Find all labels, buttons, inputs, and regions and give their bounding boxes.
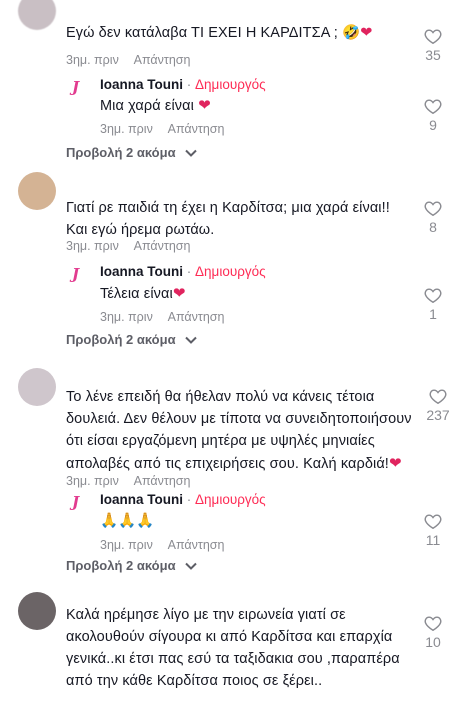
comment-line: Γιατί ρε παιδιά τη έχει η Καρδίτσα; μια …: [66, 200, 390, 216]
view-more-label: Προβολή 2 ακόμα: [66, 558, 176, 573]
like-button[interactable]: 11: [418, 513, 448, 548]
like-button[interactable]: 9: [418, 98, 448, 133]
view-more-replies-button[interactable]: Προβολή 2 ακόμα: [66, 145, 197, 160]
creator-avatar[interactable]: J: [72, 265, 79, 283]
comment-meta: 3ημ. πριν Απάντηση: [66, 239, 202, 253]
commenter-avatar[interactable]: [18, 368, 56, 406]
comment-time: 3ημ. πριν: [66, 474, 119, 488]
reply-text-content: Μια χαρά είναι: [100, 98, 194, 114]
like-button[interactable]: 10: [418, 615, 448, 650]
heart-emoji: ❤: [388, 454, 402, 472]
like-count: 8: [429, 219, 437, 235]
comment-text-content: Εγώ δεν κατάλαβα ΤΙ ΕΧΕΙ Η ΚΑΡΔΙΤΣΑ ;: [66, 25, 338, 41]
reply-meta: 3ημ. πριν Απάντηση: [100, 122, 236, 136]
comment-line: από την κάθε Καρδίτσα ποιος σε ξέρει..: [66, 673, 323, 689]
reply-text: Μια χαρά είναι ❤: [100, 94, 211, 117]
reply-text-content: Τέλεια είναι: [100, 286, 173, 302]
comment-line: Το λένε επειδή θα ήθελαν πολύ να κάνεις …: [66, 389, 375, 405]
reply-meta: 3ημ. πριν Απάντηση: [100, 538, 236, 552]
comment-text: Καλά ηρέμησε λίγο με την ειρωνεία γιατί …: [66, 604, 400, 692]
comment-time: 3ημ. πριν: [66, 239, 119, 253]
view-more-replies-button[interactable]: Προβολή 2 ακόμα: [66, 558, 197, 573]
commenter-avatar[interactable]: [18, 0, 56, 30]
comment-meta: 3ημ. πριν Απάντηση: [66, 474, 202, 488]
reply-button[interactable]: Απάντηση: [168, 310, 225, 324]
author-separator: ·: [186, 77, 192, 92]
comment-line: Καλά ηρέμησε λίγο με την ειρωνεία γιατί …: [66, 607, 346, 623]
reply-time: 3ημ. πριν: [100, 538, 153, 552]
commenter-avatar[interactable]: [18, 592, 56, 630]
comment-line: ακολουθούν σίγουρα κι από Καρδίτσα και ε…: [66, 629, 393, 645]
comment-line: ότι είσαι εργαζόμενη μητέρα με υψηλές μη…: [66, 433, 375, 449]
author-name[interactable]: Ioanna Touni: [100, 77, 183, 92]
reply-button[interactable]: Απάντηση: [168, 122, 225, 136]
heart-outline-icon: [424, 616, 442, 631]
commenter-avatar[interactable]: [18, 172, 56, 210]
reply-text: 🙏🙏🙏: [100, 513, 155, 529]
view-more-replies-button[interactable]: Προβολή 2 ακόμα: [66, 332, 197, 347]
creator-avatar[interactable]: J: [72, 493, 79, 511]
comment-line-text: απολαβές από τις επιχειρήσεις σου. Καλή …: [66, 456, 389, 472]
author-separator: ·: [186, 264, 192, 279]
view-more-label: Προβολή 2 ακόμα: [66, 332, 176, 347]
author-separator: ·: [186, 492, 192, 507]
comment-text: Εγώ δεν κατάλαβα ΤΙ ΕΧΕΙ Η ΚΑΡΔΙΤΣΑ ; 🤣❤: [66, 22, 372, 44]
creator-avatar[interactable]: J: [72, 78, 79, 96]
view-more-label: Προβολή 2 ακόμα: [66, 145, 176, 160]
like-count: 1: [429, 306, 437, 322]
comment-time: 3ημ. πριν: [66, 53, 119, 67]
like-button[interactable]: 237: [418, 388, 458, 423]
reply-button[interactable]: Απάντηση: [134, 53, 191, 67]
like-count: 11: [425, 532, 441, 548]
reply-text: Τέλεια είναι❤: [100, 282, 186, 305]
heart-outline-icon: [424, 99, 442, 114]
comment-line: Και εγώ ήρεμα ρωτάω.: [66, 222, 215, 238]
reply-time: 3ημ. πριν: [100, 310, 153, 324]
comment-text: Γιατί ρε παιδιά τη έχει η Καρδίτσα; μια …: [66, 197, 390, 241]
laugh-heart-emoji: 🤣❤: [342, 25, 373, 41]
heart-outline-icon: [424, 201, 442, 216]
like-button[interactable]: 1: [418, 287, 448, 322]
heart-outline-icon: [429, 389, 447, 404]
creator-badge: Δημιουργός: [195, 77, 266, 92]
author-name[interactable]: Ioanna Touni: [100, 264, 183, 279]
comment-line: απολαβές από τις επιχειρήσεις σου. Καλή …: [66, 452, 412, 475]
like-button[interactable]: 35: [418, 28, 448, 63]
like-count: 10: [425, 634, 441, 650]
creator-badge: Δημιουργός: [195, 492, 266, 507]
chevron-down-icon: [185, 336, 197, 344]
reply-button[interactable]: Απάντηση: [134, 474, 191, 488]
like-button[interactable]: 8: [418, 200, 448, 235]
comment-text: Το λένε επειδή θα ήθελαν πολύ να κάνεις …: [66, 386, 412, 475]
comment-meta: 3ημ. πριν Απάντηση: [66, 53, 202, 67]
heart-outline-icon: [424, 514, 442, 529]
reply-author: Ioanna Touni · Δημιουργός: [100, 492, 266, 507]
author-name[interactable]: Ioanna Touni: [100, 492, 183, 507]
like-count: 237: [426, 407, 450, 423]
heart-emoji: ❤: [172, 284, 186, 302]
reply-button[interactable]: Απάντηση: [168, 538, 225, 552]
reply-author: Ioanna Touni · Δημιουργός: [100, 264, 266, 279]
comment-line: γενικά..κι έτσι πας εσύ τα ταξιδακια σου…: [66, 651, 400, 667]
heart-emoji: ❤: [198, 96, 211, 114]
heart-outline-icon: [424, 288, 442, 303]
reply-author: Ioanna Touni · Δημιουργός: [100, 77, 266, 92]
comment-line: δουλειά. Δεν θέλουν με τίποτα να συνειδη…: [66, 411, 412, 427]
like-count: 9: [429, 117, 437, 133]
chevron-down-icon: [185, 149, 197, 157]
reply-meta: 3ημ. πριν Απάντηση: [100, 310, 236, 324]
reply-button[interactable]: Απάντηση: [134, 239, 191, 253]
heart-outline-icon: [424, 29, 442, 44]
chevron-down-icon: [185, 562, 197, 570]
reply-time: 3ημ. πριν: [100, 122, 153, 136]
like-count: 35: [425, 47, 441, 63]
creator-badge: Δημιουργός: [195, 264, 266, 279]
